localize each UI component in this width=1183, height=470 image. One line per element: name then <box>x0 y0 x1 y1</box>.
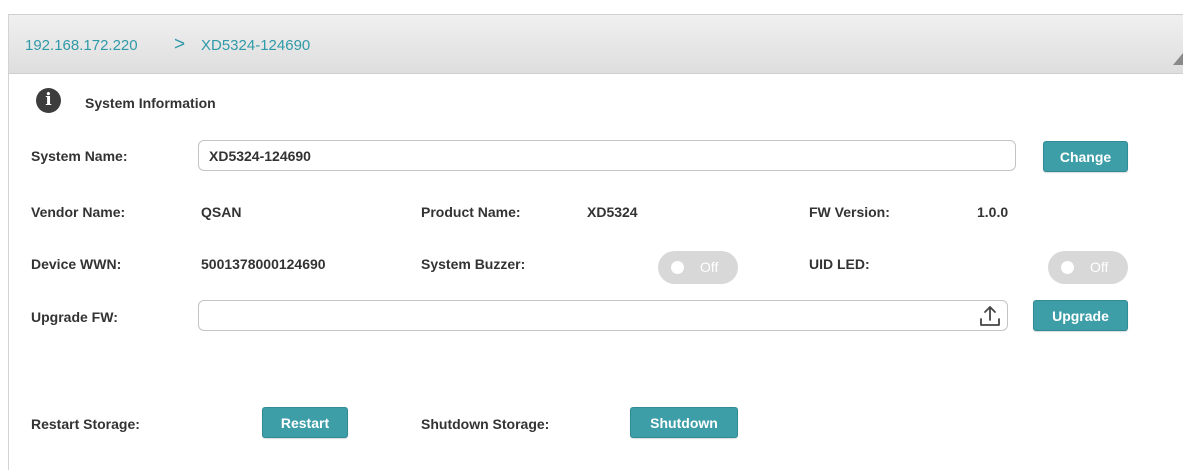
toggle-knob <box>671 261 684 274</box>
breadcrumb-bar: 192.168.172.220 > XD5324-124690 <box>9 14 1183 74</box>
toggle-knob <box>1061 261 1074 274</box>
breadcrumb-chevron-icon: > <box>174 34 186 55</box>
restart-button[interactable]: Restart <box>262 407 348 438</box>
breadcrumb-host-link[interactable]: 192.168.172.220 <box>25 37 138 54</box>
panel-left-border <box>8 14 9 470</box>
toggle-state-text: Off <box>700 259 719 275</box>
system-information-panel: 192.168.172.220 > XD5324-124690 i System… <box>0 0 1183 470</box>
restart-storage-label: Restart Storage: <box>31 416 140 432</box>
vendor-name-label: Vendor Name: <box>31 204 126 220</box>
collapse-triangle-icon[interactable] <box>1173 53 1183 65</box>
change-button[interactable]: Change <box>1043 141 1128 172</box>
section-title: System Information <box>85 95 216 111</box>
info-icon: i <box>36 88 61 113</box>
device-wwn-value: 5001378000124690 <box>201 256 326 272</box>
device-wwn-label: Device WWN: <box>31 256 122 272</box>
uid-led-label: UID LED: <box>809 256 870 272</box>
system-buzzer-label: System Buzzer: <box>421 256 526 272</box>
upgrade-fw-label: Upgrade FW: <box>31 309 118 325</box>
vendor-name-value: QSAN <box>201 204 242 220</box>
upgrade-button[interactable]: Upgrade <box>1033 300 1128 331</box>
breadcrumb-system-link[interactable]: XD5324-124690 <box>201 37 310 54</box>
uid-led-toggle[interactable]: Off <box>1048 251 1128 284</box>
product-name-value: XD5324 <box>587 204 638 220</box>
upgrade-fw-file-input[interactable] <box>198 300 1008 331</box>
upload-icon[interactable] <box>978 304 1002 328</box>
shutdown-button[interactable]: Shutdown <box>630 407 738 438</box>
fw-version-value: 1.0.0 <box>977 204 1009 220</box>
system-buzzer-toggle[interactable]: Off <box>658 251 738 284</box>
fw-version-label: FW Version: <box>809 204 890 220</box>
toggle-state-text: Off <box>1090 259 1109 275</box>
system-name-input[interactable] <box>198 140 1016 171</box>
product-name-label: Product Name: <box>421 204 521 220</box>
shutdown-storage-label: Shutdown Storage: <box>421 416 550 432</box>
system-name-label: System Name: <box>31 148 128 164</box>
